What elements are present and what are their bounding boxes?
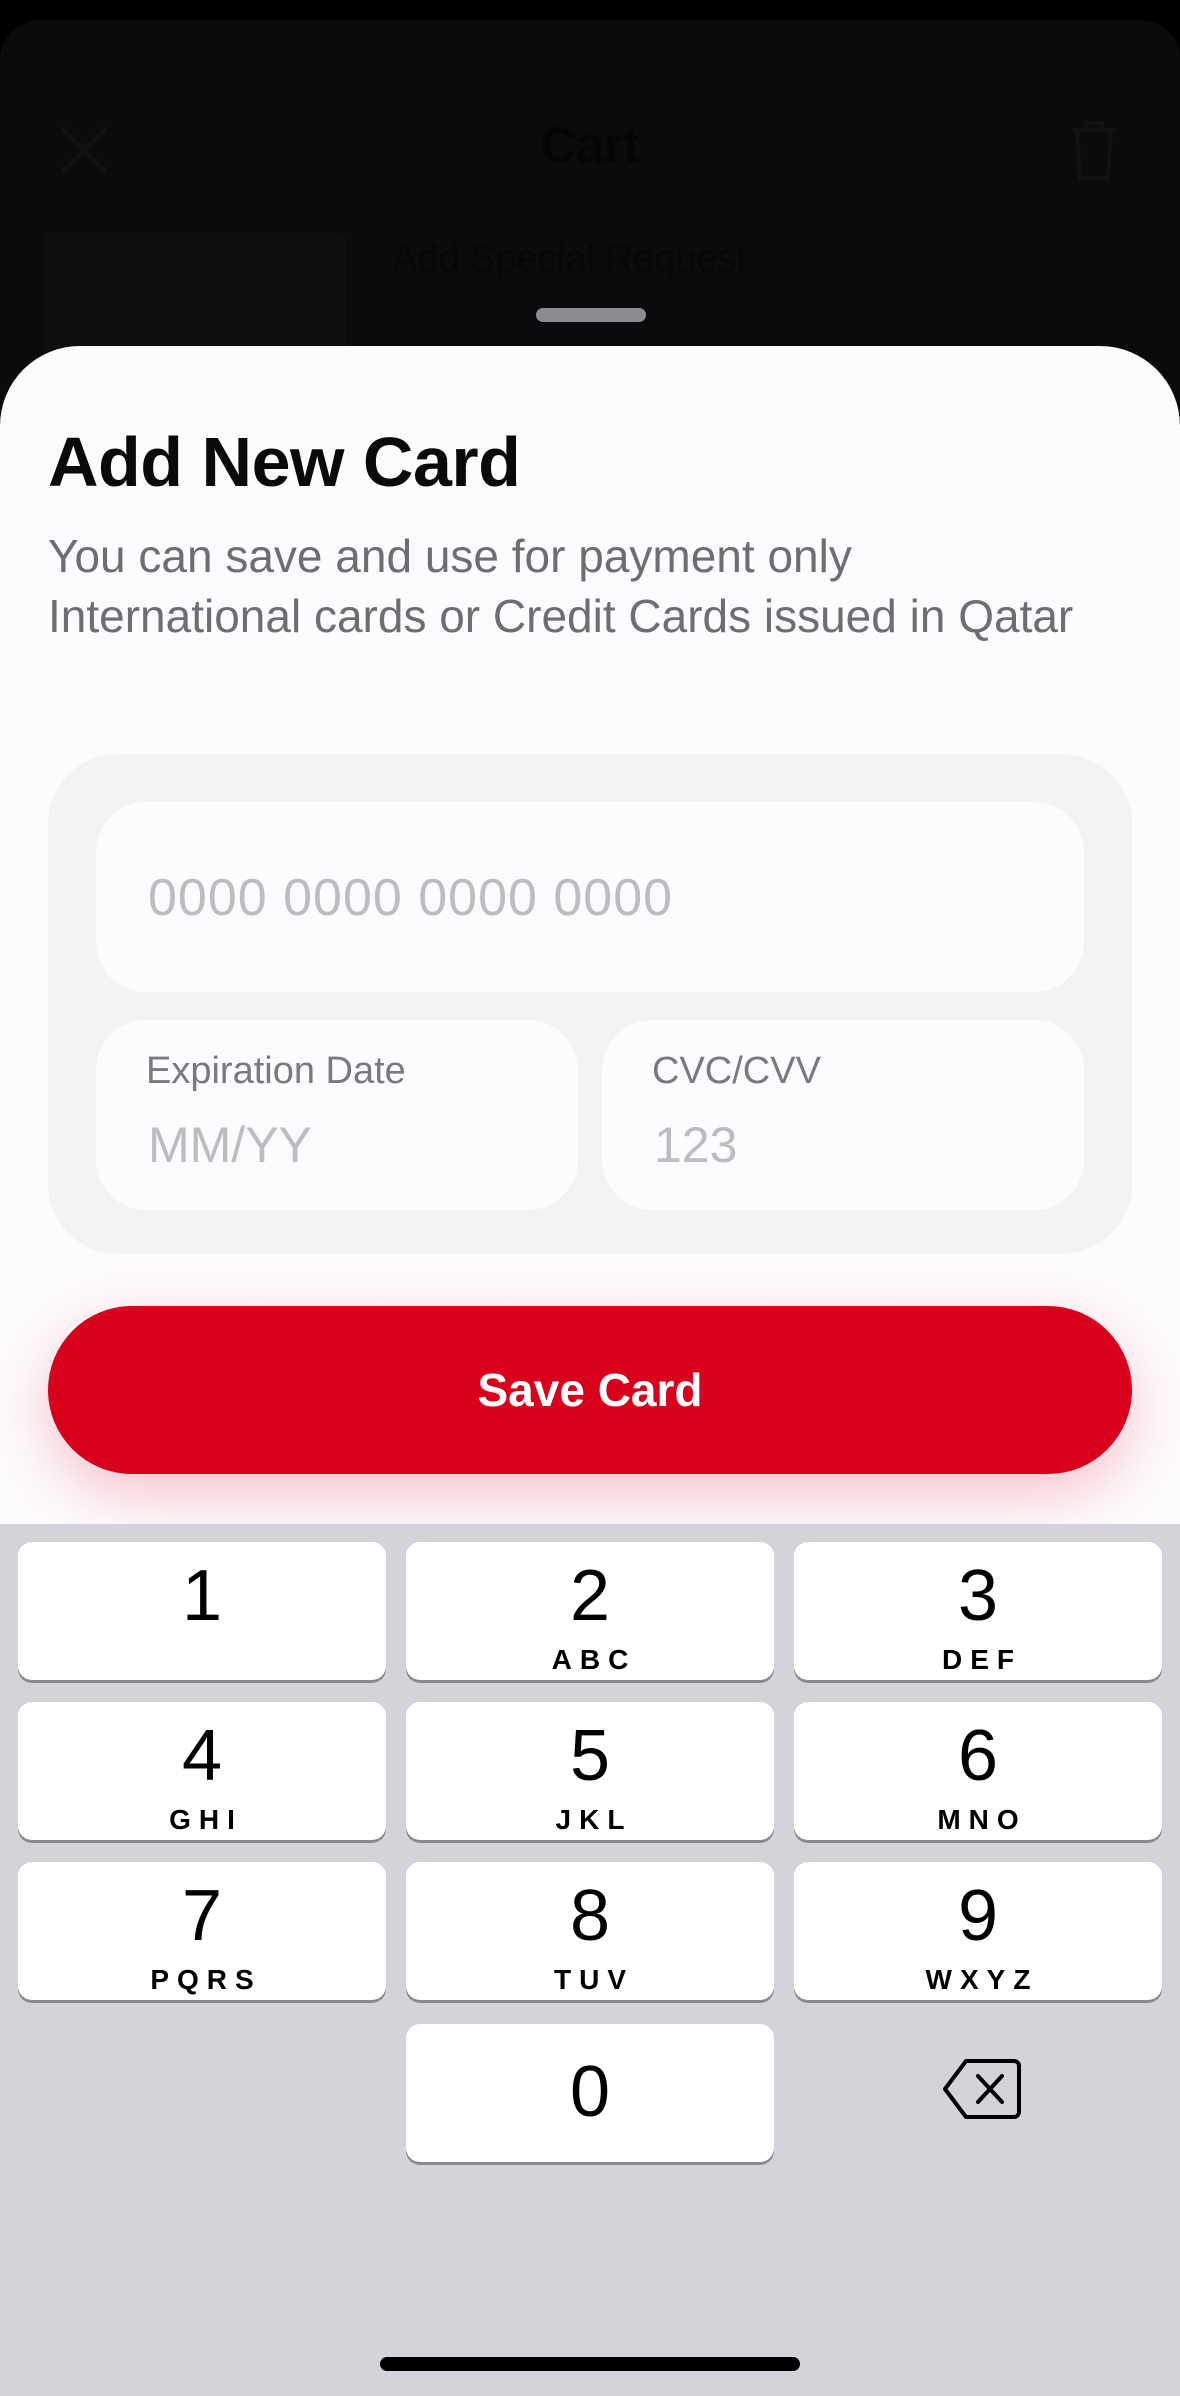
- key-digit: 4: [181, 1716, 223, 1796]
- expiration-date-field[interactable]: Expiration Date: [96, 1020, 578, 1210]
- key-digit: 1: [181, 1556, 223, 1636]
- key-0[interactable]: 0: [406, 2024, 774, 2162]
- special-request-link: Add Special Request: [392, 238, 747, 280]
- sheet-description: You can save and use for payment only In…: [48, 530, 1074, 642]
- key-letters: DEF: [942, 1644, 1022, 1675]
- save-card-button[interactable]: Save Card: [48, 1306, 1132, 1474]
- cvc-label: CVC/CVV: [652, 1050, 821, 1092]
- key-1[interactable]: 1: [18, 1542, 386, 1680]
- card-number-input[interactable]: [146, 802, 1038, 994]
- key-letters: MNO: [937, 1804, 1027, 1835]
- key-digit: 8: [569, 1876, 611, 1956]
- card-form-panel: Expiration Date CVC/CVV: [48, 754, 1132, 1254]
- key-letters: TUV: [554, 1964, 634, 1995]
- key-digit: 3: [957, 1556, 999, 1636]
- key-digit: 2: [569, 1556, 611, 1636]
- key-letters: WXYZ: [925, 1964, 1039, 1995]
- key-letters: GHI: [169, 1804, 243, 1835]
- cart-title: Cart: [539, 117, 641, 173]
- trash-icon: [1072, 121, 1116, 180]
- expiration-date-label: Expiration Date: [146, 1050, 406, 1092]
- key-5[interactable]: 5 JKL: [406, 1702, 774, 1840]
- key-8[interactable]: 8 TUV: [406, 1862, 774, 2000]
- key-letters: JKL: [555, 1804, 633, 1835]
- add-card-sheet: Add New Card You can save and use for pa…: [0, 346, 1180, 1526]
- key-digit: 7: [181, 1876, 223, 1956]
- numeric-keyboard: 1 2 ABC 3 DEF 4 GHI 5 JKL 6 MNO 7 PQRS 8…: [0, 1524, 1180, 2396]
- key-digit: 0: [569, 2052, 611, 2132]
- key-4[interactable]: 4 GHI: [18, 1702, 386, 1840]
- key-7[interactable]: 7 PQRS: [18, 1862, 386, 2000]
- key-letters: PQRS: [150, 1964, 262, 1995]
- key-6[interactable]: 6 MNO: [794, 1702, 1162, 1840]
- key-digit: 5: [569, 1716, 611, 1796]
- cvc-input[interactable]: [652, 1104, 1038, 1186]
- sheet-drag-handle[interactable]: [536, 308, 646, 322]
- key-digit: 9: [957, 1876, 999, 1956]
- backspace-icon[interactable]: [942, 2056, 1022, 2122]
- card-number-field[interactable]: [96, 802, 1084, 994]
- sheet-title: Add New Card: [48, 423, 521, 501]
- key-9[interactable]: 9 WXYZ: [794, 1862, 1162, 2000]
- key-digit: 6: [957, 1716, 999, 1796]
- key-letters: ABC: [551, 1644, 637, 1675]
- cvc-field[interactable]: CVC/CVV: [602, 1020, 1084, 1210]
- home-indicator[interactable]: [380, 2357, 800, 2371]
- key-2[interactable]: 2 ABC: [406, 1542, 774, 1680]
- key-3[interactable]: 3 DEF: [794, 1542, 1162, 1680]
- expiration-date-input[interactable]: [146, 1104, 532, 1186]
